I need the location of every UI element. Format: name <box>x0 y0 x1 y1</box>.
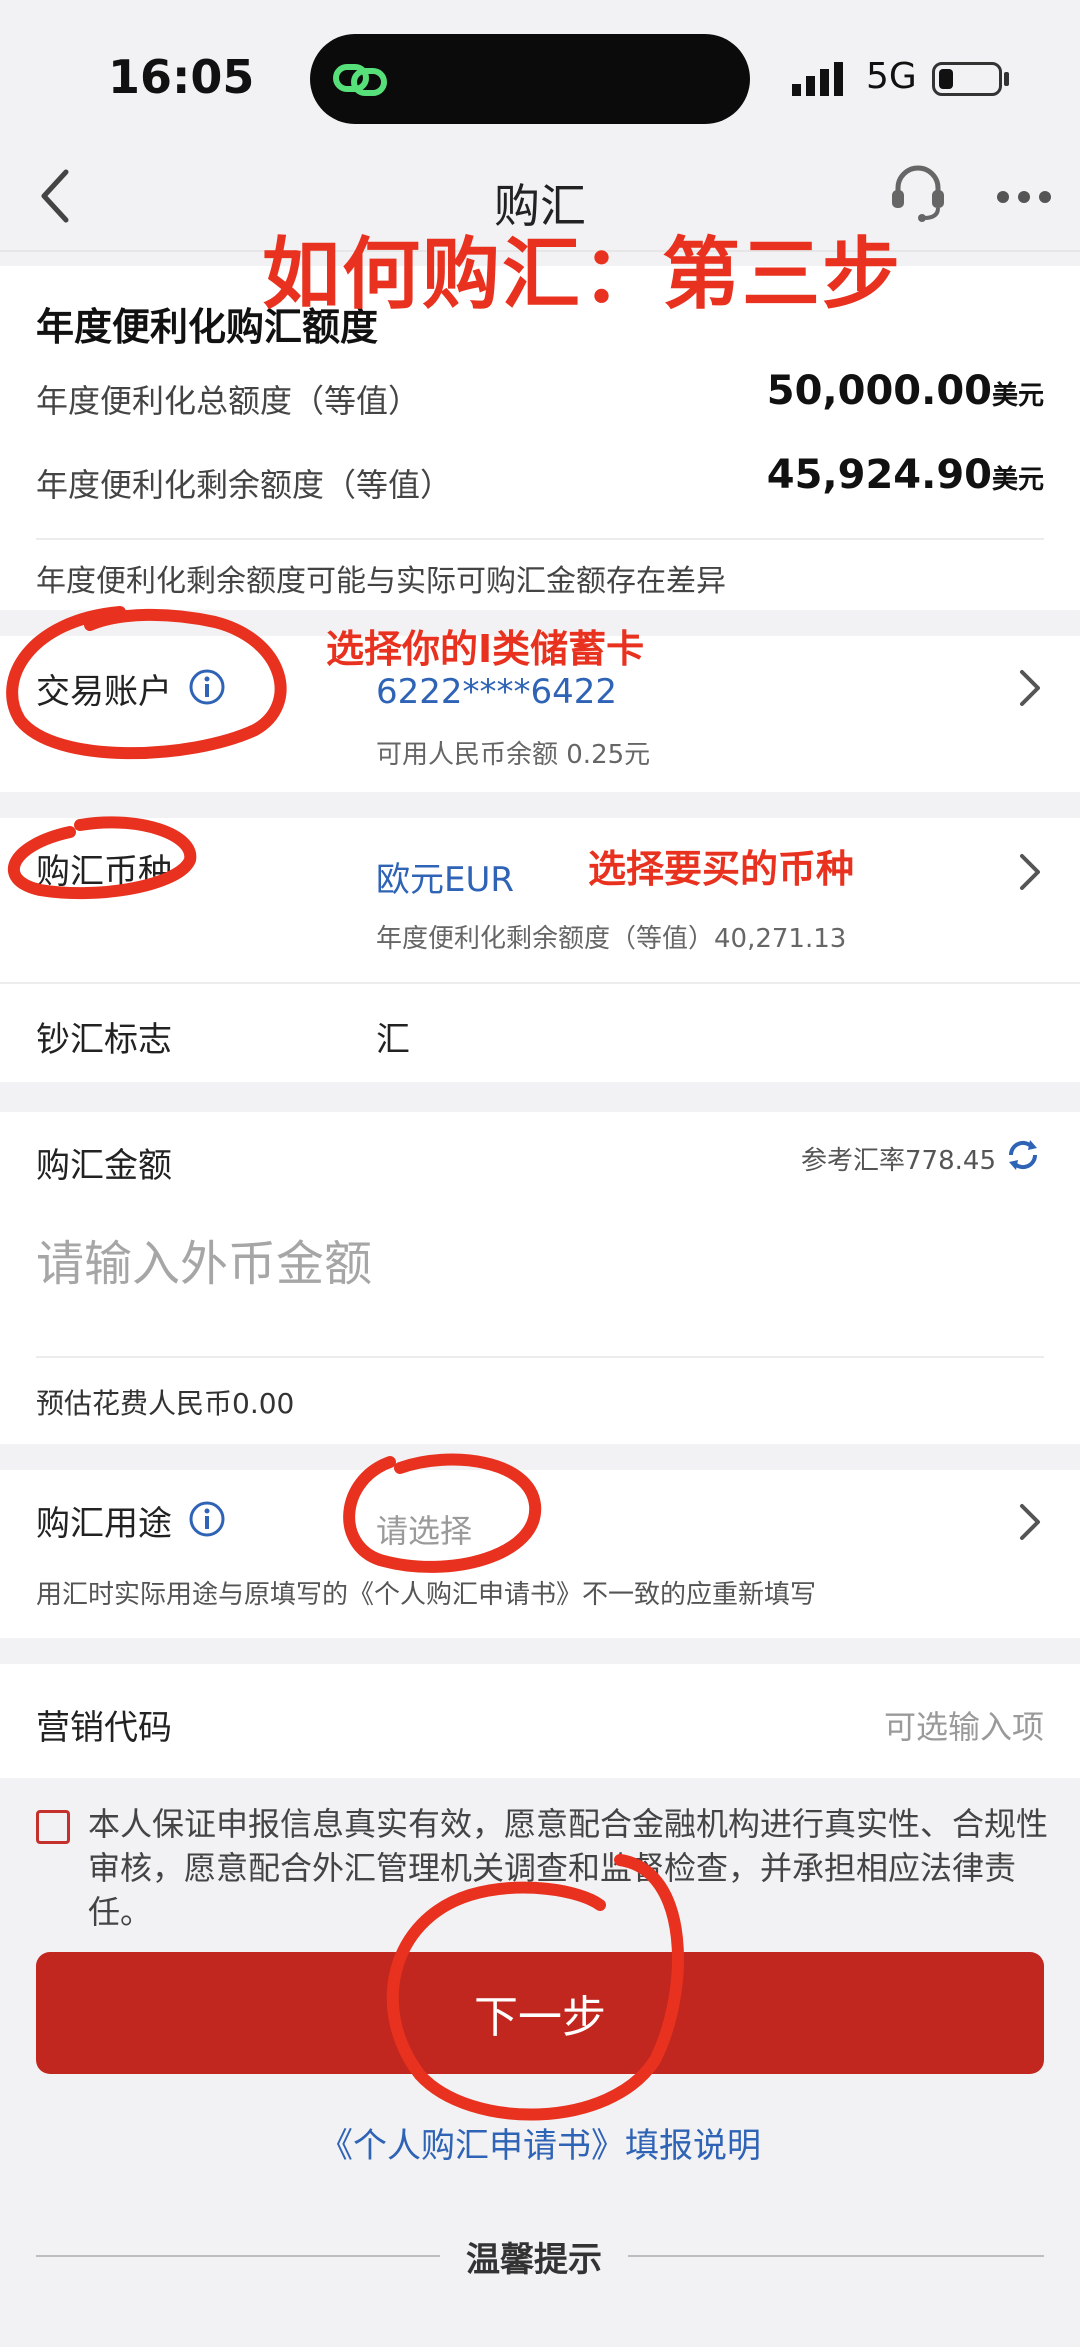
info-icon[interactable] <box>188 1500 226 1538</box>
annotation-title: 如何购汇：第三步 <box>262 230 903 320</box>
reference-rate: 参考汇率778.45 <box>801 1146 996 1176</box>
remaining-quota-value: 45,924.90美元 <box>766 452 1044 498</box>
tips-heading: 温馨提示 <box>440 2232 628 2281</box>
amount-card: 购汇金额 参考汇率778.45 请输入外币金额 预估花费人民币0.00 <box>0 1112 1080 1444</box>
refresh-icon[interactable] <box>1004 1136 1042 1174</box>
signal-icon <box>792 62 843 96</box>
dynamic-island <box>310 34 750 124</box>
marketing-row[interactable]: 营销代码 可选输入项 <box>0 1664 1080 1778</box>
purpose-row[interactable]: 购汇用途 请选择 用汇时实际用途与原填写的《个人购汇申请书》不一致的应重新填写 <box>0 1470 1080 1638</box>
annotation-account-hint: 选择你的I类储蓄卡 <box>326 627 645 671</box>
account-label: 交易账户 <box>36 672 172 712</box>
total-quota-label: 年度便利化总额度（等值） <box>36 382 421 420</box>
instructions-link[interactable]: 《个人购汇申请书》填报说明 <box>0 2118 1080 2167</box>
battery-icon <box>932 62 1002 96</box>
purpose-label: 购汇用途 <box>36 1504 172 1544</box>
currency-label: 购汇币种 <box>36 852 172 892</box>
app-link-icon <box>333 64 387 96</box>
marketing-label: 营销代码 <box>36 1708 172 1748</box>
marketing-input[interactable]: 可选输入项 <box>884 1702 1044 1748</box>
currency-value[interactable]: 欧元EUR <box>376 852 514 901</box>
account-balance: 可用人民币余额 0.25元 <box>376 740 651 770</box>
declaration-text: 本人保证申报信息真实有效，愿意配合金融机构进行真实性、合规性审核，愿意配合外汇管… <box>88 1805 1049 1931</box>
remaining-quota-label: 年度便利化剩余额度（等值） <box>36 466 453 504</box>
chevron-right-icon[interactable] <box>1016 850 1044 894</box>
chevron-right-icon <box>1020 670 1040 706</box>
account-number: 6222****6422 <box>376 672 618 712</box>
cash-flag-label: 钞汇标志 <box>36 1020 172 1060</box>
chevron-right-icon <box>1020 1504 1040 1540</box>
annotation-currency-hint: 选择要买的币种 <box>588 847 855 891</box>
purpose-note: 用汇时实际用途与原填写的《个人购汇申请书》不一致的应重新填写 <box>36 1580 817 1610</box>
amount-input[interactable]: 请输入外币金额 <box>36 1224 372 1294</box>
next-button[interactable]: 下一步 <box>36 1952 1044 2074</box>
currency-remaining: 年度便利化剩余额度（等值）40,271.13 <box>376 924 847 954</box>
cash-flag-value: 汇 <box>376 1020 410 1060</box>
status-time: 16:05 <box>108 50 255 104</box>
quota-note: 年度便利化剩余额度可能与实际可购汇金额存在差异 <box>36 564 726 599</box>
estimated-cost: 预估花费人民币0.00 <box>36 1387 295 1420</box>
purpose-select[interactable]: 请选择 <box>376 1506 472 1552</box>
network-type: 5G <box>866 56 917 97</box>
currency-card: 购汇币种 欧元EUR 年度便利化剩余额度（等值）40,271.13 钞汇标志 汇 <box>0 818 1080 1082</box>
amount-label: 购汇金额 <box>36 1146 172 1186</box>
agree-checkbox[interactable] <box>36 1810 70 1844</box>
total-quota-value: 50,000.00美元 <box>766 368 1044 414</box>
more-icon[interactable] <box>996 190 1052 204</box>
info-icon[interactable] <box>188 668 226 706</box>
